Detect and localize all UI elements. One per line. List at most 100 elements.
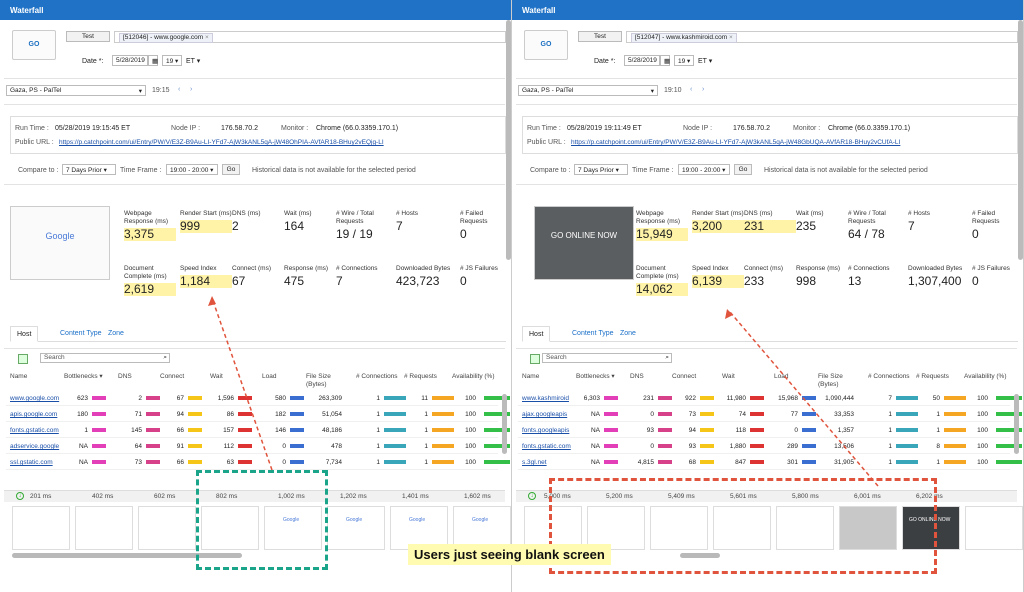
table-row[interactable]: fonts.googleapis NA 93 94 118 0 1,357 1 1 100	[518, 423, 1022, 438]
tab-zone[interactable]: Zone	[102, 326, 130, 342]
cell-value: 100	[465, 459, 476, 466]
metric-11: # Connections 13	[848, 265, 908, 288]
column-header[interactable]: Load	[774, 373, 822, 381]
column-header[interactable]: Wait	[210, 373, 258, 381]
column-header[interactable]: # Connections	[356, 373, 404, 381]
tab-content-type[interactable]: Content Type	[54, 326, 108, 342]
table-row[interactable]: adservice.google NA 64 91 112 0 478 1 1 100	[6, 439, 510, 454]
table-row[interactable]: s.3gl.net NA 4,815 68 847 301 31,905 1 1 100	[518, 455, 1022, 470]
host-name[interactable]: adservice.google	[10, 439, 59, 454]
day-select[interactable]: 19 ▾	[162, 55, 182, 66]
location-select[interactable]: Gaza, PS - PalTel ▾	[518, 85, 658, 96]
host-name[interactable]: ajax.googleapis	[522, 407, 567, 422]
host-name[interactable]: s.3gl.net	[522, 455, 547, 470]
tab-zone[interactable]: Zone	[614, 326, 642, 342]
column-header[interactable]: Wait	[722, 373, 770, 381]
column-header[interactable]: Name	[10, 373, 58, 381]
host-name[interactable]: fonts.gstatic.com	[10, 423, 59, 438]
column-header[interactable]: DNS	[630, 373, 678, 381]
page-screenshot-thumb[interactable]: Google	[10, 206, 110, 280]
test-chip[interactable]: [512046] - www.google.com ×	[119, 33, 213, 43]
compare-select[interactable]: 7 Days Prior ▾	[62, 164, 116, 175]
column-header[interactable]: File Size (Bytes)	[306, 373, 338, 389]
test-button[interactable]: Test	[578, 31, 622, 42]
filmstrip-toggle-icon[interactable]: ↓	[16, 492, 24, 500]
column-header[interactable]: DNS	[118, 373, 166, 381]
calendar-icon[interactable]: ▦	[148, 55, 158, 66]
panel-scrollbar[interactable]	[1018, 20, 1023, 260]
compare-go-button[interactable]: Go	[222, 164, 240, 175]
test-chip[interactable]: [512047] - www.kashmiroid.com ×	[631, 33, 737, 43]
cell-value: 51,054	[322, 411, 342, 418]
column-header[interactable]: Bottlenecks ▾	[576, 373, 624, 381]
remove-chip-icon[interactable]: ×	[729, 34, 733, 41]
table-row[interactable]: www.google.com 623 2 67 1,596 580 263,309 1 11 10…	[6, 391, 510, 406]
filmstrip-frame[interactable]: Google	[327, 506, 385, 550]
cell-value: 93	[646, 427, 654, 434]
timeframe-select[interactable]: 19:00 - 20:00 ▾	[166, 164, 218, 175]
go-button[interactable]: GO	[12, 30, 56, 60]
column-header[interactable]: Name	[522, 373, 570, 381]
host-search-input[interactable]: Search ⌕	[40, 353, 170, 363]
host-name[interactable]: ssl.gstatic.com	[10, 455, 53, 470]
date-input[interactable]: 5/28/2019	[624, 55, 660, 66]
export-icon[interactable]	[530, 354, 540, 364]
prev-icon[interactable]: ‹	[178, 86, 180, 93]
tab-host[interactable]: Host	[522, 326, 551, 342]
test-button[interactable]: Test	[66, 31, 110, 42]
date-input[interactable]: 5/28/2019	[112, 55, 148, 66]
public-url-link[interactable]: https://p.catchpoint.com/ui/Entry/PW/V/E…	[59, 139, 384, 146]
go-button[interactable]: GO	[524, 30, 568, 60]
table-row[interactable]: www.kashmiroid 6,303 231 922 11,980 15,968 1,0…	[518, 391, 1022, 406]
column-header[interactable]: Availability (%)	[964, 373, 1012, 381]
column-header[interactable]: Load	[262, 373, 310, 381]
timezone-select[interactable]: ET ▾	[186, 57, 200, 65]
filmstrip-frame[interactable]	[138, 506, 196, 550]
metric-bar	[384, 412, 406, 416]
column-header[interactable]: # Requests	[404, 373, 452, 381]
column-header[interactable]: Connect	[672, 373, 720, 381]
timeframe-select[interactable]: 19:00 - 20:00 ▾	[678, 164, 730, 175]
next-icon[interactable]: ›	[190, 86, 192, 93]
column-header[interactable]: Bottlenecks ▾	[64, 373, 112, 381]
column-header[interactable]: File Size (Bytes)	[818, 373, 850, 389]
location-select[interactable]: Gaza, PS - PalTel ▾	[6, 85, 146, 96]
host-name[interactable]: fonts.googleapis	[522, 423, 569, 438]
host-name[interactable]: www.kashmiroid	[522, 391, 569, 406]
table-row[interactable]: ssl.gstatic.com NA 73 66 63 0 7,734 1 1 100	[6, 455, 510, 470]
export-icon[interactable]	[18, 354, 28, 364]
tab-host[interactable]: Host	[10, 326, 39, 342]
table-scrollbar[interactable]	[502, 394, 507, 454]
column-header[interactable]: # Requests	[916, 373, 964, 381]
public-url-link[interactable]: https://p.catchpoint.com/ui/Entry/PW/V/E…	[571, 139, 900, 146]
host-name[interactable]: fonts.gstatic.com	[522, 439, 571, 454]
table-scrollbar[interactable]	[1014, 394, 1019, 454]
column-header[interactable]: # Connections	[868, 373, 916, 381]
table-row[interactable]: fonts.gstatic.com 1 145 66 157 146 48,186 1 1 100	[6, 423, 510, 438]
table-row[interactable]: apis.google.com 180 71 94 86 182 51,054 1 1 100	[6, 407, 510, 422]
panel-scrollbar[interactable]	[506, 20, 511, 260]
host-name[interactable]: www.google.com	[10, 391, 59, 406]
tab-content-type[interactable]: Content Type	[566, 326, 620, 342]
day-select[interactable]: 19 ▾	[674, 55, 694, 66]
filmstrip-frame[interactable]	[965, 506, 1023, 550]
filmstrip-frame[interactable]	[12, 506, 70, 550]
compare-select[interactable]: 7 Days Prior ▾	[574, 164, 628, 175]
next-icon[interactable]: ›	[702, 86, 704, 93]
column-header[interactable]: Connect	[160, 373, 208, 381]
compare-go-button[interactable]: Go	[734, 164, 752, 175]
filmstrip-toggle-icon[interactable]: ↓	[528, 492, 536, 500]
table-row[interactable]: ajax.googleapis NA 0 73 74 77 33,353 1 1 100	[518, 407, 1022, 422]
test-selector-input[interactable]: [512047] - www.kashmiroid.com ×	[626, 31, 1018, 43]
prev-icon[interactable]: ‹	[690, 86, 692, 93]
filmstrip-frame[interactable]	[75, 506, 133, 550]
column-header[interactable]: Availability (%)	[452, 373, 500, 381]
table-row[interactable]: fonts.gstatic.com NA 0 93 1,880 289 13,506 1 8 10…	[518, 439, 1022, 454]
timezone-select[interactable]: ET ▾	[698, 57, 712, 65]
calendar-icon[interactable]: ▦	[660, 55, 670, 66]
test-selector-input[interactable]: [512046] - www.google.com ×	[114, 31, 506, 43]
host-name[interactable]: apis.google.com	[10, 407, 57, 422]
host-search-input[interactable]: Search ⌕	[542, 353, 672, 363]
remove-chip-icon[interactable]: ×	[205, 34, 209, 41]
page-screenshot-thumb[interactable]: GO ONLINE NOW	[534, 206, 634, 280]
